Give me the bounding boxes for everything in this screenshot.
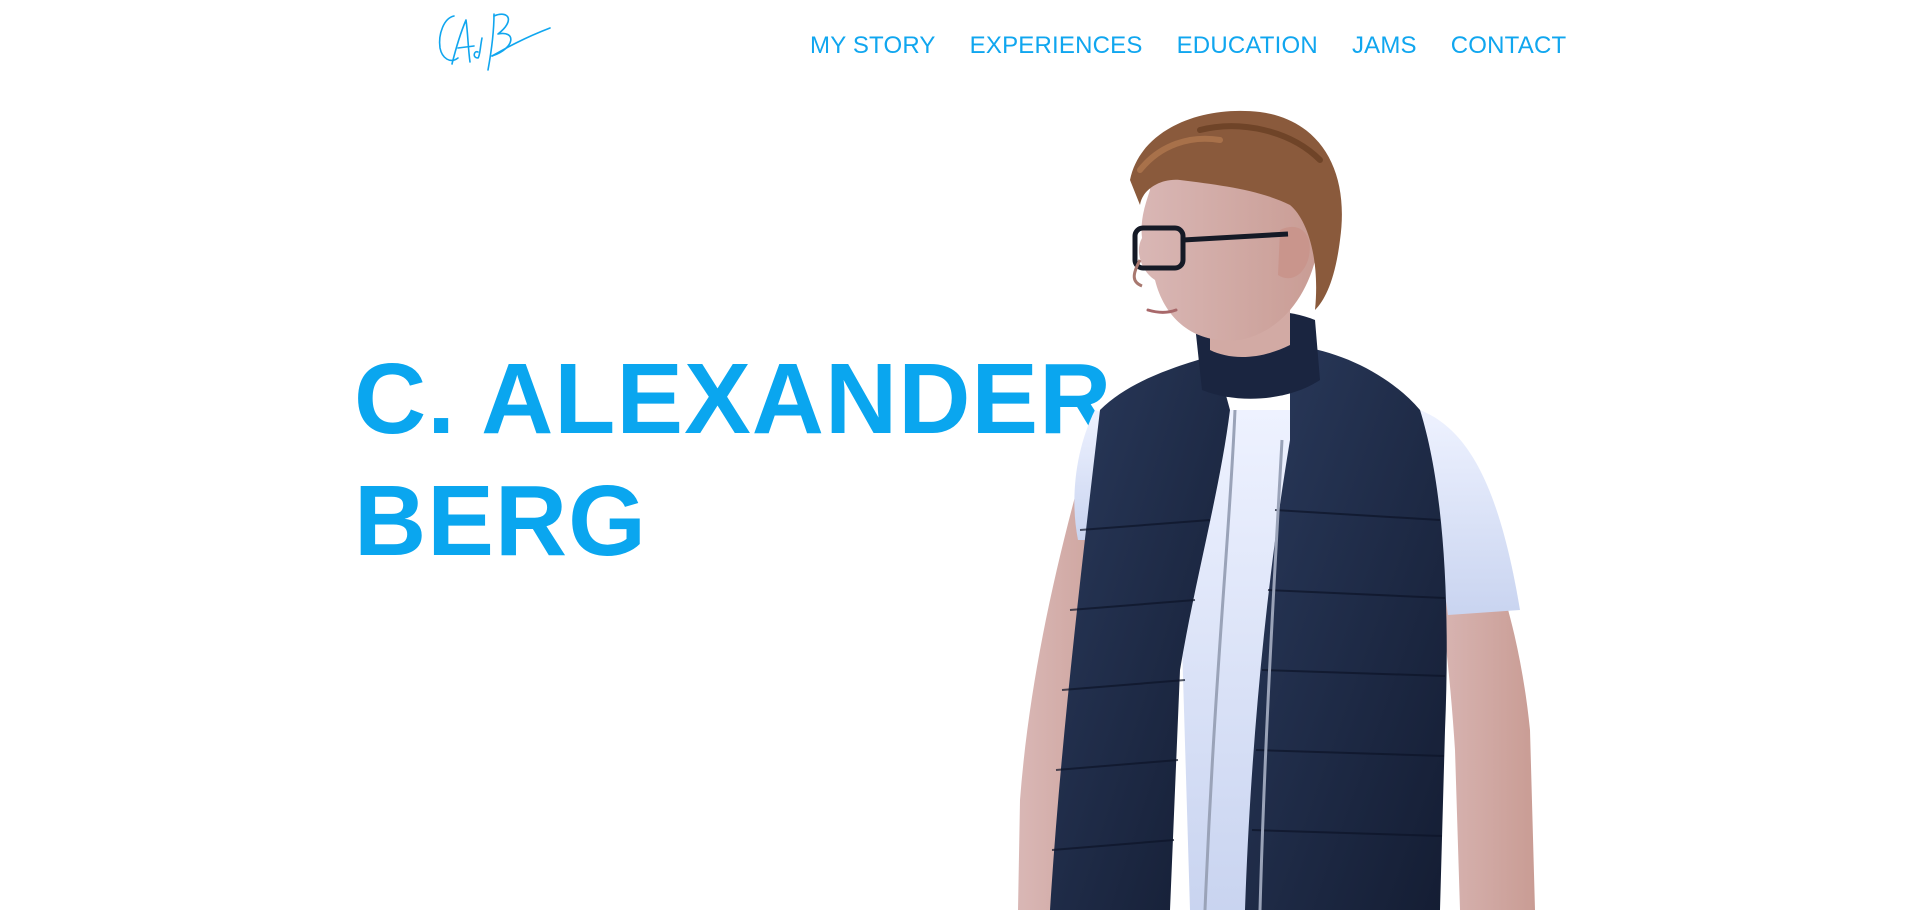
nav-item-education: EDUCATION <box>1160 30 1335 62</box>
nav-link-my-story[interactable]: MY STORY <box>810 30 953 62</box>
nav-item-jams: JAMS <box>1335 30 1434 62</box>
nav-link-jams[interactable]: JAMS <box>1335 30 1434 62</box>
homepage: MY STORY EXPERIENCES EDUCATION JAMS CONT… <box>0 0 1920 910</box>
nav-link-experiences[interactable]: EXPERIENCES <box>953 30 1160 62</box>
main-navigation: MY STORY EXPERIENCES EDUCATION JAMS CONT… <box>810 30 1583 62</box>
nav-link-contact[interactable]: CONTACT <box>1434 30 1584 62</box>
nav-item-contact: CONTACT <box>1434 30 1584 62</box>
portrait-photo <box>990 110 1550 910</box>
signature-logo-icon[interactable] <box>436 8 552 72</box>
nav-item-my-story: MY STORY <box>810 30 953 62</box>
nav-item-experiences: EXPERIENCES <box>953 30 1160 62</box>
nav-link-education[interactable]: EDUCATION <box>1160 30 1335 62</box>
